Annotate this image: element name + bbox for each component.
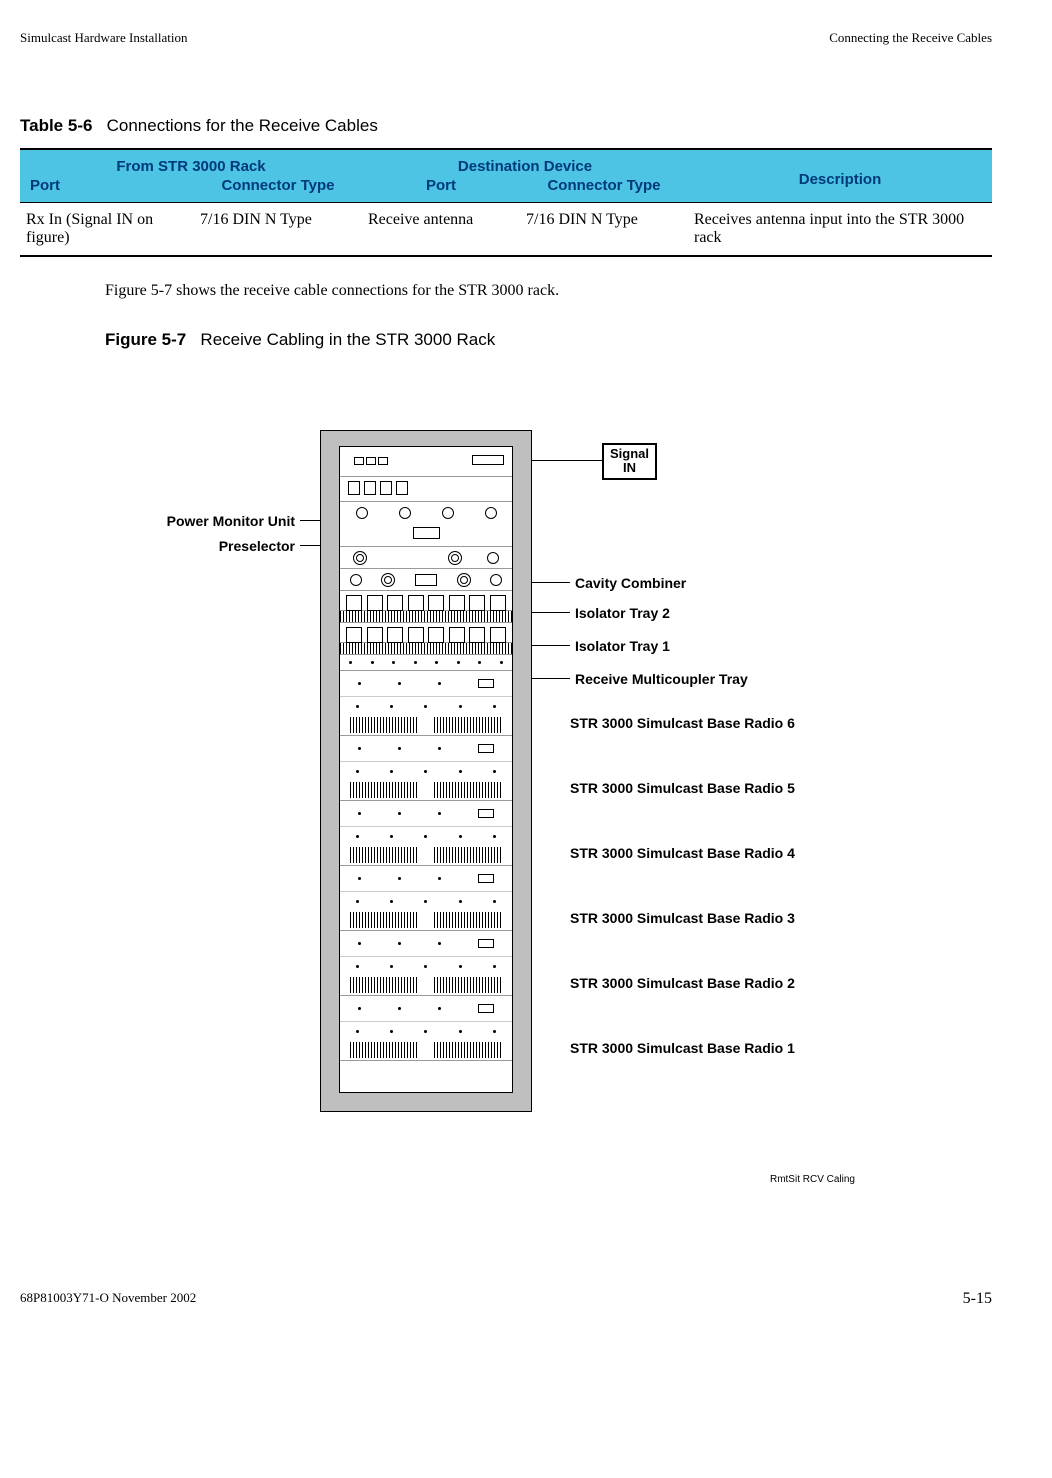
slot-radio-3 (340, 866, 512, 931)
label-cavity-combiner: Cavity Combiner (575, 575, 686, 591)
rack-inner (339, 446, 513, 1093)
footer-page-number: 5-15 (963, 1290, 992, 1308)
table-title: Table 5-6 Connections for the Receive Ca… (20, 116, 992, 136)
figure-title: Figure 5-7 Receive Cabling in the STR 30… (105, 330, 992, 350)
col-dest-port: Port (362, 177, 520, 203)
slot-radio-1 (340, 996, 512, 1061)
footer-left: 68P81003Y71-O November 2002 (20, 1290, 196, 1308)
slot-preselector (340, 547, 512, 569)
figure-title-text: Receive Cabling in the STR 3000 Rack (200, 330, 495, 349)
table-title-text: Connections for the Receive Cables (107, 116, 378, 135)
table-row: Rx In (Signal IN on figure) 7/16 DIN N T… (20, 203, 992, 257)
label-preselector: Preselector (105, 538, 295, 554)
cell-from-conn: 7/16 DIN N Type (194, 203, 362, 257)
slot-signal (340, 477, 512, 502)
label-isolator-tray-1: Isolator Tray 1 (575, 638, 670, 654)
col-dest-conn: Connector Type (520, 177, 688, 203)
label-radio-6: STR 3000 Simulcast Base Radio 6 (570, 715, 795, 731)
col-group-from: From STR 3000 Rack (20, 149, 362, 177)
slot-pmu (340, 502, 512, 547)
label-rmc-tray: Receive Multicoupler Tray (575, 671, 748, 687)
figure-caption-small: RmtSit RCV Caling (770, 1174, 855, 1185)
col-desc: Description (688, 149, 992, 203)
slot-radio-4 (340, 801, 512, 866)
label-radio-3: STR 3000 Simulcast Base Radio 3 (570, 910, 795, 926)
header-left: Simulcast Hardware Installation (20, 30, 188, 46)
figure-diagram: Signal IN Power Monitor Unit Preselector… (105, 380, 875, 1190)
slot-radio-6 (340, 671, 512, 736)
header-right: Connecting the Receive Cables (829, 30, 992, 46)
label-isolator-tray-2: Isolator Tray 2 (575, 605, 670, 621)
rack-outline (320, 430, 532, 1112)
receive-cables-table: From STR 3000 Rack Destination Device De… (20, 148, 992, 257)
cell-dest-port: Receive antenna (362, 203, 520, 257)
slot-isolator-2 (340, 591, 512, 611)
signal-in-box: Signal IN (602, 443, 657, 480)
page-header: Simulcast Hardware Installation Connecti… (20, 30, 992, 46)
signal-in-label1: Signal (610, 447, 649, 461)
signal-in-label2: IN (610, 461, 649, 475)
cell-desc: Receives antenna input into the STR 3000… (688, 203, 992, 257)
figure-number: Figure 5-7 (105, 330, 186, 349)
slot-hatch (340, 643, 512, 655)
slot-rmc (340, 655, 512, 671)
slot-top (340, 447, 512, 477)
label-pmu: Power Monitor Unit (105, 513, 295, 529)
page-footer: 68P81003Y71-O November 2002 5-15 (20, 1290, 992, 1308)
slot-bottom (340, 1061, 512, 1111)
slot-isolator-1 (340, 623, 512, 643)
slot-cavity (340, 569, 512, 591)
slot-hatch (340, 611, 512, 623)
col-from-port: Port (20, 177, 194, 203)
col-from-conn: Connector Type (194, 177, 362, 203)
label-radio-4: STR 3000 Simulcast Base Radio 4 (570, 845, 795, 861)
slot-radio-2 (340, 931, 512, 996)
table-number: Table 5-6 (20, 116, 92, 135)
cell-from-port: Rx In (Signal IN on figure) (20, 203, 194, 257)
label-radio-1: STR 3000 Simulcast Base Radio 1 (570, 1040, 795, 1056)
body-paragraph: Figure 5-7 shows the receive cable conne… (105, 282, 992, 300)
cell-dest-conn: 7/16 DIN N Type (520, 203, 688, 257)
slot-radio-5 (340, 736, 512, 801)
label-radio-2: STR 3000 Simulcast Base Radio 2 (570, 975, 795, 991)
label-radio-5: STR 3000 Simulcast Base Radio 5 (570, 780, 795, 796)
col-group-dest: Destination Device (362, 149, 688, 177)
